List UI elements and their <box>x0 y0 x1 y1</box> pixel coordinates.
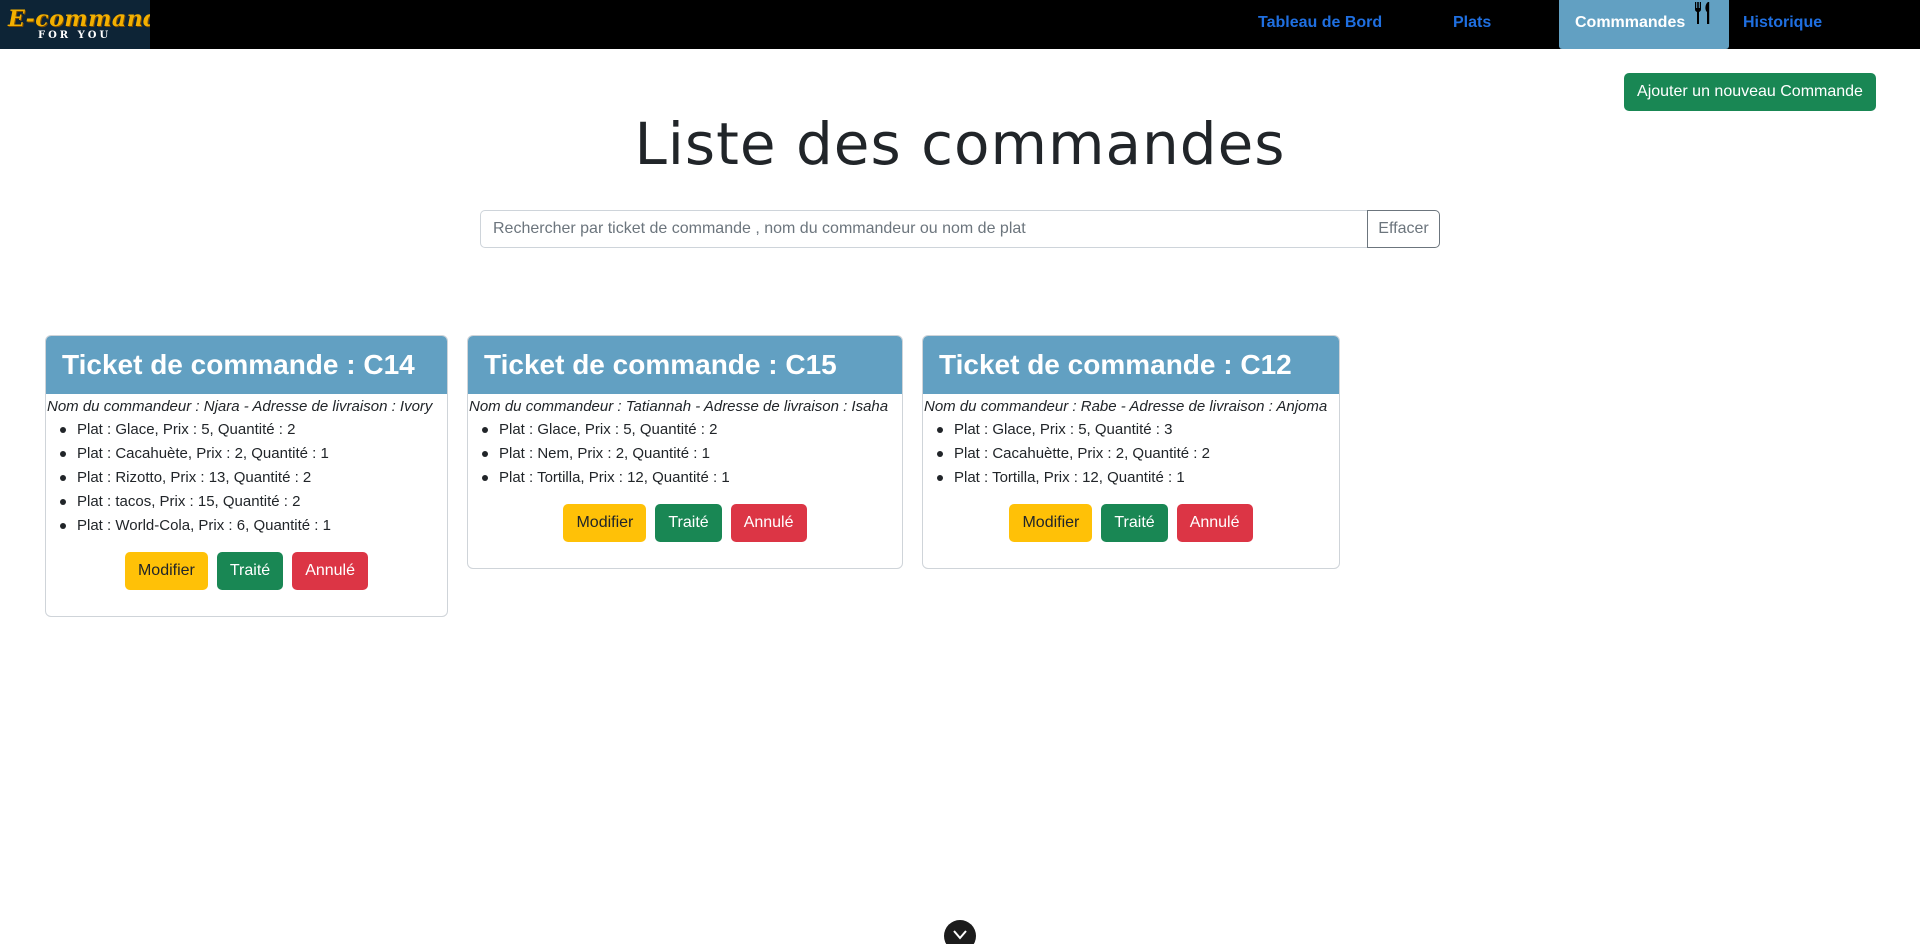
add-order-button[interactable]: Ajouter un nouveau Commande <box>1624 73 1876 111</box>
top-navbar: E-commande FOR YOU Tableau de Bord Plats… <box>0 0 1920 49</box>
card-header: Ticket de commande : C15 <box>468 336 902 394</box>
card-customer-info: Nom du commandeur : Njara - Adresse de l… <box>47 398 433 415</box>
list-item: Plat : Nem, Prix : 2, Quantité : 1 <box>482 442 902 466</box>
card-actions: Modifier Traité Annulé <box>923 490 1339 542</box>
list-item: Plat : Cacahuètte, Prix : 2, Quantité : … <box>937 442 1339 466</box>
logo-main-text: E-commande <box>8 6 150 32</box>
list-item: Plat : tacos, Prix : 15, Quantité : 2 <box>60 490 447 514</box>
clear-search-button[interactable]: Effacer <box>1367 210 1440 248</box>
card-actions: Modifier Traité Annulé <box>46 538 447 590</box>
edit-button[interactable]: Modifier <box>124 552 208 590</box>
order-card-c15: Ticket de commande : C15 Nom du commande… <box>467 335 903 569</box>
list-item: Plat : Cacahuète, Prix : 2, Quantité : 1 <box>60 442 447 466</box>
nav-link-tableau-de-bord[interactable]: Tableau de Bord <box>1258 0 1382 49</box>
nav-link-commandes-label: Commmandes <box>1575 14 1686 31</box>
list-item: Plat : Tortilla, Prix : 12, Quantité : 1 <box>482 466 902 490</box>
nav-link-plats[interactable]: Plats <box>1453 0 1491 49</box>
card-customer-info: Nom du commandeur : Rabe - Adresse de li… <box>924 398 1328 415</box>
list-item: Plat : World-Cola, Prix : 6, Quantité : … <box>60 514 447 538</box>
card-header: Ticket de commande : C14 <box>46 336 447 394</box>
list-item: Plat : Glace, Prix : 5, Quantité : 2 <box>60 418 447 442</box>
edit-button[interactable]: Modifier <box>1009 504 1093 542</box>
card-title: Ticket de commande : C15 <box>484 349 837 380</box>
order-items-list: Plat : Glace, Prix : 5, Quantité : 2 Pla… <box>46 418 447 538</box>
mark-done-button[interactable]: Traité <box>216 552 284 590</box>
card-customer-info: Nom du commandeur : Tatiannah - Adresse … <box>469 398 889 415</box>
list-item: Plat : Rizotto, Prix : 13, Quantité : 2 <box>60 466 447 490</box>
order-card-c12: Ticket de commande : C12 Nom du commande… <box>922 335 1340 569</box>
cancel-order-button[interactable]: Annulé <box>1176 504 1253 542</box>
nav-link-commandes[interactable]: Commmandes <box>1559 0 1730 49</box>
app-logo[interactable]: E-commande FOR YOU <box>0 0 150 49</box>
fork-knife-icon <box>1693 0 1713 43</box>
list-item: Plat : Glace, Prix : 5, Quantité : 3 <box>937 418 1339 442</box>
order-items-list: Plat : Glace, Prix : 5, Quantité : 3 Pla… <box>923 418 1339 490</box>
edit-button[interactable]: Modifier <box>563 504 647 542</box>
nav-link-historique[interactable]: Historique <box>1743 0 1822 49</box>
logo-sub-text: FOR YOU <box>38 30 112 41</box>
mark-done-button[interactable]: Traité <box>655 504 722 542</box>
mark-done-button[interactable]: Traité <box>1101 504 1168 542</box>
order-card-c14: Ticket de commande : C14 Nom du commande… <box>45 335 448 617</box>
card-actions: Modifier Traité Annulé <box>468 490 902 542</box>
cancel-order-button[interactable]: Annulé <box>292 552 369 590</box>
scroll-down-button[interactable] <box>944 920 976 944</box>
chevron-down-icon <box>953 927 967 944</box>
card-header: Ticket de commande : C12 <box>923 336 1339 394</box>
list-item: Plat : Glace, Prix : 5, Quantité : 2 <box>482 418 902 442</box>
card-title: Ticket de commande : C12 <box>939 349 1292 380</box>
order-items-list: Plat : Glace, Prix : 5, Quantité : 2 Pla… <box>468 418 902 490</box>
card-title: Ticket de commande : C14 <box>62 349 415 380</box>
search-bar: Effacer <box>480 210 1440 248</box>
search-input[interactable] <box>480 210 1367 248</box>
page-title: Liste des commandes <box>634 110 1286 178</box>
list-item: Plat : Tortilla, Prix : 12, Quantité : 1 <box>937 466 1339 490</box>
cancel-order-button[interactable]: Annulé <box>730 504 807 542</box>
